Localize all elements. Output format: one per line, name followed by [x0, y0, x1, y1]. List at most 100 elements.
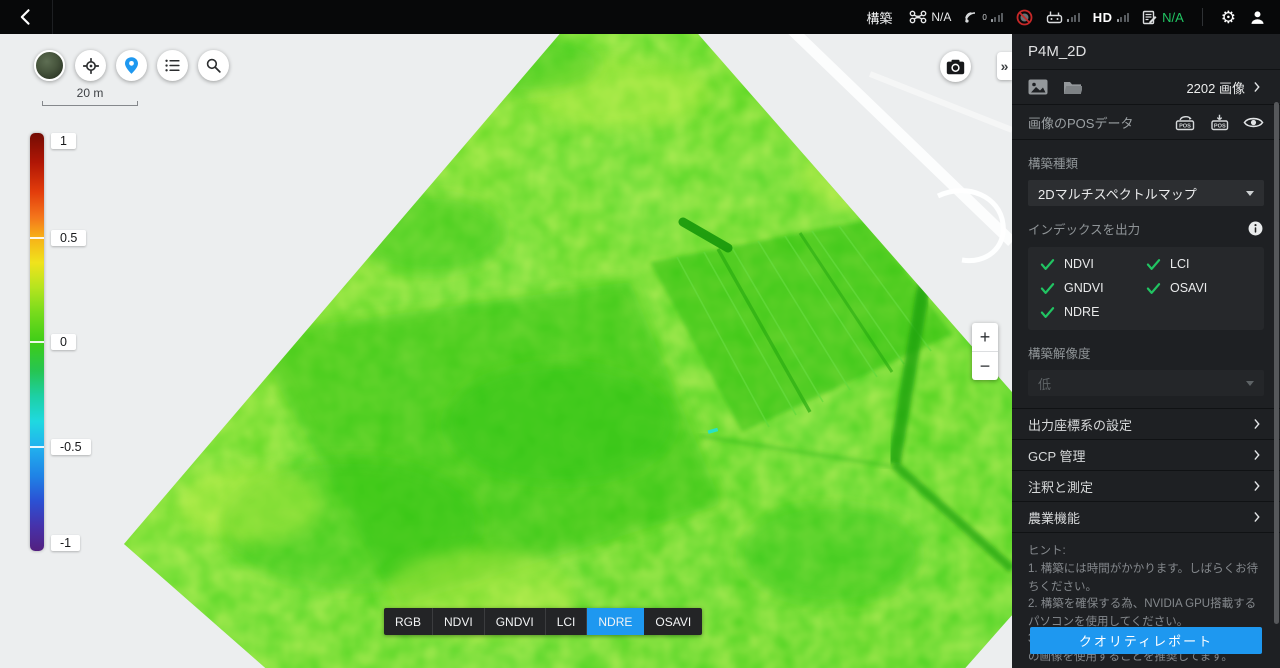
- nav-row-label: GCP 管理: [1028, 446, 1086, 465]
- legend-label--0.5: -0.5: [51, 439, 91, 455]
- resolution-dropdown[interactable]: 低: [1028, 370, 1264, 396]
- transmission-muted-icon: [1016, 9, 1033, 26]
- panel-nav-出力座標系の設定[interactable]: 出力座標系の設定: [1012, 409, 1280, 440]
- panel-nav-GCP-管理[interactable]: GCP 管理: [1012, 440, 1280, 471]
- back-button[interactable]: [0, 0, 52, 34]
- drone-status: N/A: [909, 10, 951, 24]
- layer-list-button[interactable]: [157, 50, 188, 81]
- chevron-right-icon: [1250, 417, 1264, 431]
- flight-record-status: N/A: [1142, 10, 1184, 25]
- svg-text:POS: POS: [1179, 123, 1191, 129]
- panel-nav-注釈と測定[interactable]: 注釈と測定: [1012, 471, 1280, 502]
- crosshair-icon: [81, 56, 101, 76]
- back-chevron-icon: [16, 7, 36, 27]
- build-type-dropdown[interactable]: 2Dマルチスペクトルマップ: [1028, 180, 1264, 206]
- drone-status-text: N/A: [931, 10, 951, 24]
- layer-button-gndvi[interactable]: GNDVI: [485, 608, 546, 635]
- screenshot-button[interactable]: [940, 51, 971, 82]
- hint-line: 1. 構築には時間がかかります。しばらくお待ちください。: [1028, 561, 1264, 596]
- checkmark-icon: [1040, 282, 1055, 295]
- build-type-label: 構築種類: [1012, 140, 1280, 172]
- chevron-right-icon: [1250, 80, 1264, 94]
- search-icon: [204, 56, 223, 75]
- checkmark-icon: [1146, 258, 1161, 271]
- index-checkbox-ndre[interactable]: NDRE: [1040, 305, 1146, 319]
- project-title: P4M_2D: [1012, 34, 1280, 70]
- scalebar-line: [42, 101, 138, 106]
- build-type-value: 2Dマルチスペクトルマップ: [1038, 184, 1197, 203]
- nav-row-label: 注釈と測定: [1028, 477, 1093, 496]
- flight-record-text: N/A: [1162, 10, 1184, 25]
- pos-data-icon[interactable]: POS: [1175, 114, 1197, 131]
- visibility-icon[interactable]: [1243, 115, 1264, 130]
- index-checkbox-osavi[interactable]: OSAVI: [1146, 281, 1252, 295]
- pin-button[interactable]: [116, 50, 147, 81]
- checkmark-icon: [1040, 306, 1055, 319]
- index-label: NDVI: [1064, 257, 1094, 271]
- index-checkbox-lci[interactable]: LCI: [1146, 257, 1252, 271]
- legend-label-1: 1: [51, 133, 76, 149]
- index-label: GNDVI: [1064, 281, 1104, 295]
- checkmark-icon: [1146, 282, 1161, 295]
- index-label: NDRE: [1064, 305, 1099, 319]
- status-cluster: 構築 N/A: [866, 0, 1280, 34]
- top-status-bar: 構築 N/A: [0, 0, 1280, 34]
- cluster-divider: [1202, 8, 1203, 26]
- zoom-in-button[interactable]: +: [972, 323, 998, 351]
- panel-collapse-button[interactable]: »: [997, 52, 1012, 80]
- index-output-label: インデックスを出力: [1028, 219, 1140, 238]
- chevron-right-icon: [1250, 448, 1264, 462]
- zoom-out-button[interactable]: −: [972, 352, 998, 380]
- list-icon: [163, 56, 182, 75]
- index-checkbox-gndvi[interactable]: GNDVI: [1040, 281, 1146, 295]
- image-icon: [1028, 79, 1048, 95]
- collapse-chevrons: »: [1001, 58, 1009, 74]
- transmission-muted-status: [1016, 9, 1033, 26]
- app-window: 構築 N/A: [0, 0, 1280, 668]
- location-pin-icon: [122, 56, 141, 75]
- index-checkbox-ndvi[interactable]: NDVI: [1040, 257, 1146, 271]
- legend-label-0.5: 0.5: [51, 230, 86, 246]
- remote-controller-icon: [1046, 10, 1063, 24]
- layer-button-ndre[interactable]: NDRE: [587, 608, 644, 635]
- layer-button-osavi[interactable]: OSAVI: [644, 608, 702, 635]
- panel-scrollbar[interactable]: [1274, 102, 1279, 624]
- layer-button-lci[interactable]: LCI: [546, 608, 588, 635]
- svg-text:POS: POS: [1214, 123, 1226, 129]
- build-settings-panel: P4M_2D 2202 画像 画像のPOSデータ: [1012, 34, 1280, 668]
- index-color-legend: 10.50-0.5-1: [30, 133, 120, 551]
- mode-label: 構築: [866, 8, 892, 27]
- index-label: LCI: [1170, 257, 1189, 271]
- topbar-divider: [52, 0, 53, 34]
- panel-nav-農業機能[interactable]: 農業機能: [1012, 502, 1280, 533]
- image-assets-row[interactable]: 2202 画像: [1012, 70, 1280, 105]
- index-output-header: インデックスを出力: [1012, 206, 1280, 238]
- map-viewport[interactable]: 20 m 10.50-0.5-1 » + − RGBNDVIGNDVI: [0, 34, 1012, 668]
- dropdown-caret-icon: [1246, 381, 1254, 386]
- chevron-right-icon: [1250, 479, 1264, 493]
- locate-button[interactable]: [75, 50, 106, 81]
- panel-nav-list: 出力座標系の設定 GCP 管理注釈と測定農業機能: [1012, 408, 1280, 533]
- gear-icon: ⚙: [1221, 9, 1236, 26]
- layer-button-rgb[interactable]: RGB: [384, 608, 433, 635]
- info-icon[interactable]: [1247, 220, 1264, 237]
- layer-button-ndvi[interactable]: NDVI: [433, 608, 485, 635]
- settings-button[interactable]: ⚙: [1221, 9, 1236, 26]
- map-scalebar: 20 m: [42, 86, 138, 106]
- account-button[interactable]: [1249, 9, 1266, 26]
- dropdown-caret-icon: [1246, 191, 1254, 196]
- index-checkbox-card: NDVI LCI GNDVI OSAVI NDRE: [1028, 247, 1264, 330]
- quality-report-button[interactable]: クオリティレポート: [1030, 627, 1262, 654]
- checkmark-icon: [1040, 258, 1055, 271]
- search-button[interactable]: [198, 50, 229, 81]
- camera-icon: [946, 59, 965, 75]
- basemap-thumbnail-button[interactable]: [34, 50, 65, 81]
- rc-status: [1046, 10, 1080, 24]
- legend-tick-mark: [30, 446, 44, 448]
- legend-label--1: -1: [51, 535, 80, 551]
- gnss-count: 0: [982, 13, 986, 22]
- gnss-status: 0: [964, 10, 1003, 24]
- pos-data-label: 画像のPOSデータ: [1028, 113, 1133, 132]
- pos-import-icon[interactable]: POS: [1210, 114, 1230, 131]
- index-label: OSAVI: [1170, 281, 1207, 295]
